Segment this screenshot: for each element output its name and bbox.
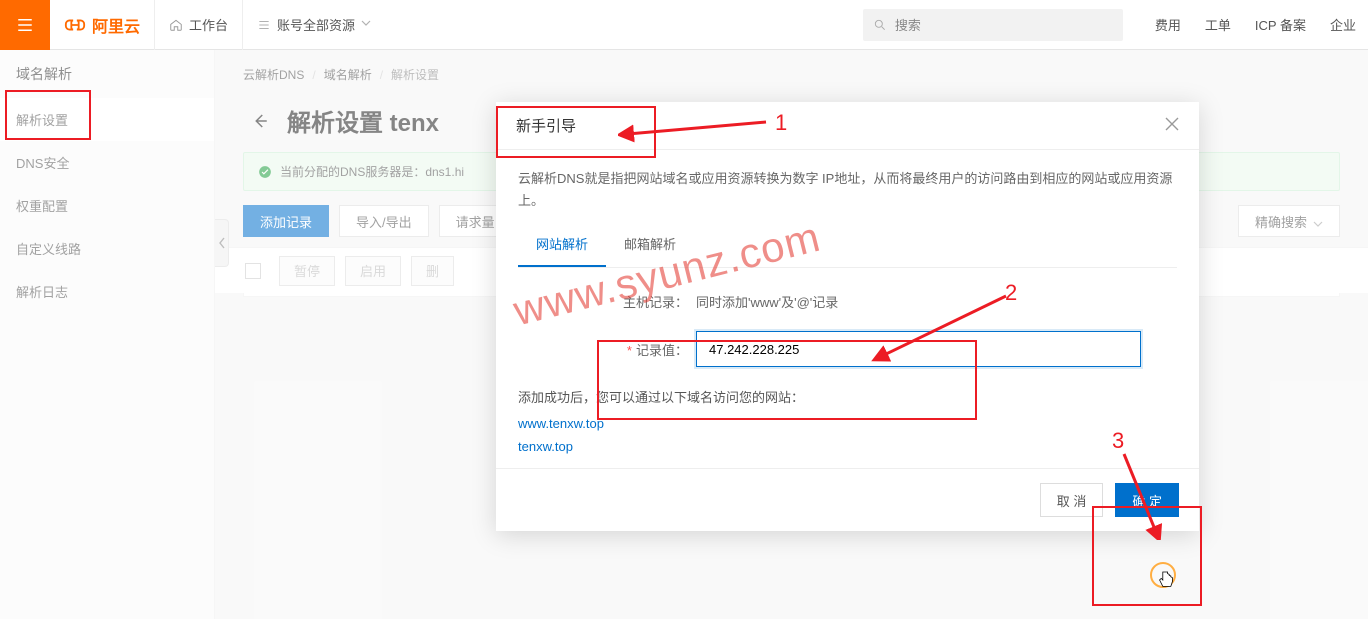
nav-icp[interactable]: ICP 备案 [1243, 15, 1318, 34]
aliyun-logo[interactable]: 阿里云 [64, 13, 140, 37]
tab-mail-resolve[interactable]: 邮箱解析 [606, 224, 694, 267]
workspace-label: 工作台 [189, 15, 228, 34]
search-placeholder: 搜索 [895, 15, 921, 34]
nav-ticket[interactable]: 工单 [1193, 15, 1243, 34]
tab-website-resolve[interactable]: 网站解析 [518, 224, 606, 267]
topbar: 阿里云 工作台 账号全部资源 搜索 费用 工单 ICP 备案 企业 [0, 0, 1368, 50]
success-note: 添加成功后，您可以通过以下域名访问您的网站： [518, 387, 1177, 406]
modal-confirm-button[interactable]: 确 定 [1115, 483, 1179, 517]
logo-text: 阿里云 [92, 13, 140, 37]
domain-link-apex[interactable]: tenxw.top [518, 439, 1177, 454]
modal-footer: 取 消 确 定 [496, 468, 1199, 531]
chevron-down-icon [361, 16, 371, 30]
resource-label: 账号全部资源 [277, 15, 355, 34]
modal-body: 云解析DNS就是指把网站域名或应用资源转换为数字 IP地址，从而将最终用户的访问… [496, 150, 1199, 468]
modal-header: 新手引导 [496, 102, 1199, 150]
list-icon [257, 18, 271, 32]
record-value-label: *记录值： [618, 340, 688, 359]
modal-close-button[interactable] [1165, 115, 1179, 136]
aliyun-logo-icon [64, 14, 86, 36]
wizard-modal: 新手引导 云解析DNS就是指把网站域名或应用资源转换为数字 IP地址，从而将最终… [496, 102, 1199, 531]
host-record-label: 主机记录： [618, 292, 688, 311]
modal-title: 新手引导 [516, 115, 576, 136]
close-icon [1165, 117, 1179, 131]
workspace-link[interactable]: 工作台 [154, 0, 242, 50]
search-icon [873, 18, 887, 32]
nav-ent[interactable]: 企业 [1318, 15, 1368, 34]
global-search[interactable]: 搜索 [863, 9, 1123, 41]
host-record-value: 同时添加'www'及'@'记录 [696, 292, 838, 311]
nav-fee[interactable]: 费用 [1143, 15, 1193, 34]
home-icon [169, 18, 183, 32]
modal-cancel-button[interactable]: 取 消 [1040, 483, 1104, 517]
hamburger-menu-button[interactable] [0, 0, 50, 50]
resource-dropdown[interactable]: 账号全部资源 [242, 0, 391, 50]
form-row-host: 主机记录： 同时添加'www'及'@'记录 [518, 292, 1177, 311]
modal-tabs: 网站解析 邮箱解析 [518, 224, 1177, 268]
topbar-right: 费用 工单 ICP 备案 企业 [1143, 15, 1368, 34]
hamburger-icon [15, 16, 35, 34]
domain-link-www[interactable]: www.tenxw.top [518, 416, 1177, 431]
record-value-input[interactable] [696, 331, 1141, 367]
modal-description: 云解析DNS就是指把网站域名或应用资源转换为数字 IP地址，从而将最终用户的访问… [518, 168, 1177, 212]
form-row-record: *记录值： [518, 331, 1177, 367]
